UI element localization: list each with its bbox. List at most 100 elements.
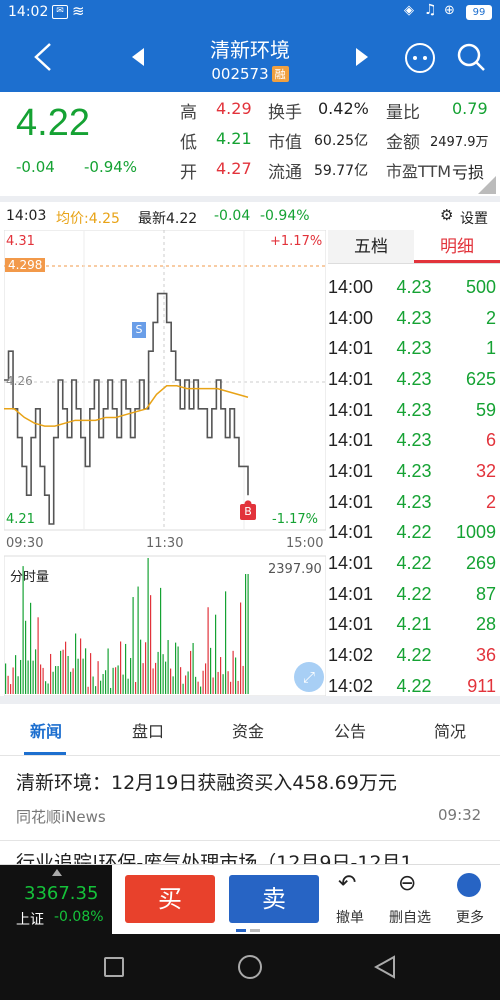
recents-icon[interactable] xyxy=(104,957,124,977)
back-nav-icon[interactable] xyxy=(374,955,396,979)
tab-five-level[interactable]: 五档 xyxy=(328,230,414,263)
avg-price: 均价:4.25 xyxy=(56,211,120,227)
volume-bar xyxy=(12,667,14,694)
volume-bar xyxy=(192,642,194,694)
detail-price: 4.23 xyxy=(396,368,432,389)
detail-volume: 500 xyxy=(465,276,496,297)
remove-favorite-button[interactable]: ⊖ 删自选 xyxy=(380,871,440,931)
fullscreen-icon[interactable]: ⤢ xyxy=(294,662,324,692)
buy-marker[interactable]: B xyxy=(240,504,256,520)
detail-time: 14:01 xyxy=(328,368,374,389)
volume-bar xyxy=(195,676,197,694)
tab-news[interactable]: 新闻 xyxy=(30,718,62,742)
detail-row: 14:00 4.23 2 xyxy=(328,303,500,334)
detail-volume: 2 xyxy=(485,307,496,328)
status-time: 14:02 xyxy=(8,4,49,20)
volume-bar xyxy=(127,678,129,694)
timeline-change: -0.04 xyxy=(214,208,251,224)
tab-profile[interactable]: 简况 xyxy=(434,718,466,742)
tab-orderbook[interactable]: 盘口 xyxy=(132,718,164,742)
expand-corner-icon[interactable] xyxy=(478,176,496,194)
volume-bar xyxy=(47,683,49,694)
wifi-icon: ≋ xyxy=(72,2,85,20)
volume-bar xyxy=(205,663,207,694)
detail-price: 4.22 xyxy=(396,553,432,574)
volume-bar xyxy=(77,658,79,694)
volume-bar xyxy=(32,660,34,694)
more-button[interactable]: 更多 xyxy=(440,871,500,931)
detail-time: 14:01 xyxy=(328,553,374,574)
detail-price: 4.21 xyxy=(396,614,432,635)
open-label: 开 xyxy=(180,163,197,183)
volume-bar xyxy=(17,676,19,694)
undo-label: 撤单 xyxy=(336,910,364,926)
settings-icon[interactable]: ⚙ xyxy=(440,206,453,224)
volume-bar xyxy=(237,680,239,694)
volume-bar xyxy=(240,602,242,694)
tab-funds[interactable]: 资金 xyxy=(232,718,264,742)
nav-bar: 清新环境 002573 融 xyxy=(0,26,500,92)
detail-time: 14:01 xyxy=(328,430,374,451)
volume-bar xyxy=(20,659,22,694)
index-ticker[interactable]: 3367.35 上证 -0.08% xyxy=(0,865,112,935)
volume-bar xyxy=(175,642,177,694)
turnover-label: 换手 xyxy=(268,103,302,123)
volume-bar xyxy=(232,650,234,694)
volume-bar xyxy=(135,681,137,694)
volume-bar xyxy=(95,686,97,694)
divider xyxy=(0,696,500,704)
detail-volume: 6 xyxy=(485,430,496,451)
tab-detail[interactable]: 明细 xyxy=(414,230,500,263)
volume-bar xyxy=(100,680,102,694)
index-name: 上证 xyxy=(16,912,44,928)
volume-bar xyxy=(42,667,44,694)
back-icon[interactable] xyxy=(32,42,54,72)
quote-panel: 4.22 -0.04 -0.94% 高 4.29 低 4.21 开 4.27 换… xyxy=(0,92,500,196)
detail-row: 14:01 4.22 269 xyxy=(328,548,500,579)
detail-volume: 1 xyxy=(485,338,496,359)
amount-value: 2497.9万 xyxy=(430,135,489,150)
sell-button[interactable]: 卖 xyxy=(229,875,319,923)
prev-stock-icon[interactable] xyxy=(132,48,146,66)
detail-volume: 32 xyxy=(475,460,496,481)
settings-label[interactable]: 设置 xyxy=(460,208,488,228)
bottom-action-bar: 3367.35 上证 -0.08% 买 卖 ↶ 撤单 ⊖ 删自选 更多 xyxy=(0,864,500,935)
sell-marker[interactable]: S xyxy=(132,322,146,338)
detail-time: 14:01 xyxy=(328,338,374,359)
volume-bar xyxy=(157,651,159,694)
volume-bar xyxy=(187,671,189,694)
detail-row: 14:01 4.23 6 xyxy=(328,425,500,456)
volume-bar xyxy=(200,686,202,694)
volume-bar xyxy=(147,558,149,694)
next-stock-icon[interactable] xyxy=(354,48,368,66)
volume-bar xyxy=(85,648,87,694)
volume-bar xyxy=(167,640,169,694)
volume-bar xyxy=(110,687,112,694)
index-value: 3367.35 xyxy=(24,883,99,904)
volume-bar xyxy=(155,662,157,694)
undo-order-button[interactable]: ↶ 撤单 xyxy=(320,871,380,931)
volume-bar xyxy=(132,597,134,694)
detail-row: 14:02 4.22 911 xyxy=(328,671,500,696)
bell-icon: ♫ xyxy=(424,2,437,18)
mktcap-label: 市值 xyxy=(268,133,302,153)
volume-bar xyxy=(115,667,117,694)
tab-announcements[interactable]: 公告 xyxy=(334,718,366,742)
detail-price: 4.23 xyxy=(396,307,432,328)
search-icon[interactable] xyxy=(456,42,486,72)
detail-volume: 1009 xyxy=(455,522,496,543)
timeline-time: 14:03 xyxy=(6,208,47,224)
volume-bar xyxy=(197,681,199,694)
volume-bar xyxy=(10,684,12,694)
news-title[interactable]: 清新环境：12月19日获融资买入458.69万元 xyxy=(16,768,397,795)
lock-icon: ⊕ xyxy=(444,3,455,18)
volume-bar xyxy=(50,653,52,694)
mktcap-value: 60.25亿 xyxy=(314,133,369,149)
volume-bar xyxy=(217,671,219,694)
assistant-icon[interactable] xyxy=(404,42,436,74)
home-icon[interactable] xyxy=(238,955,262,979)
intraday-chart[interactable]: 4.31 4.298 +1.17% 4.26 4.21 -1.17% 09:30… xyxy=(3,229,327,697)
buy-button[interactable]: 买 xyxy=(125,875,215,923)
detail-row: 14:02 4.22 36 xyxy=(328,640,500,671)
volume-bar xyxy=(165,661,167,694)
